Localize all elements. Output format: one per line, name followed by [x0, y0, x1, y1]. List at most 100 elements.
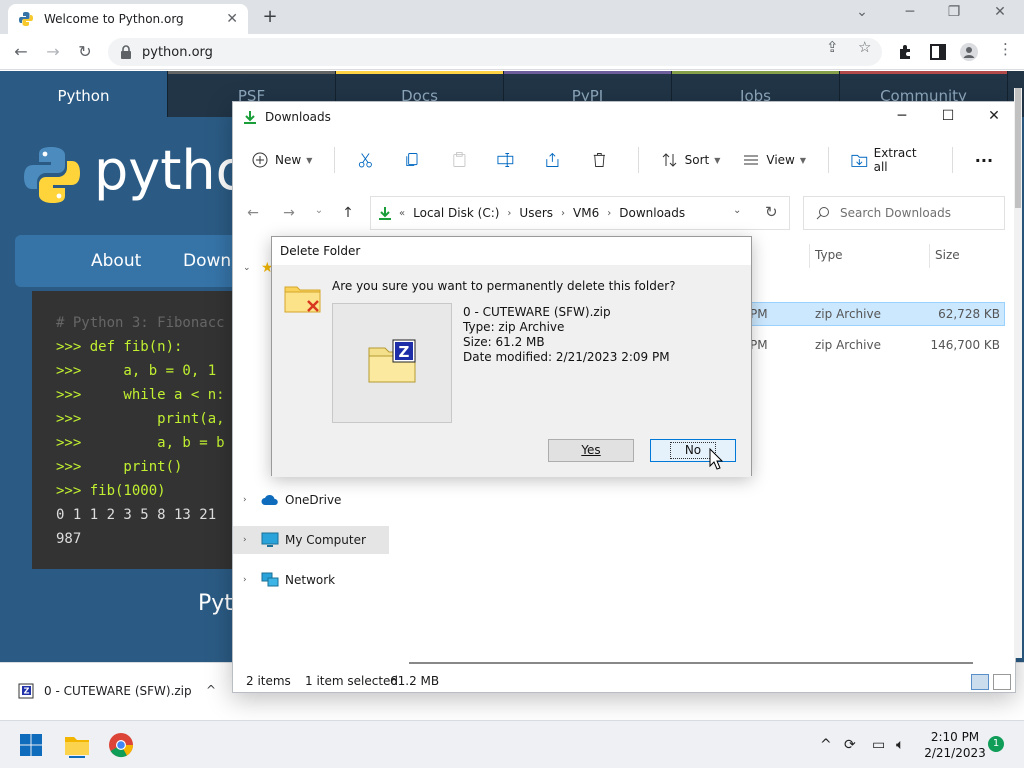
horizontal-scrollbar[interactable] [409, 662, 973, 664]
sync-status-icon[interactable]: ⟳ [844, 737, 856, 753]
display-icon[interactable]: ▭ [872, 737, 885, 753]
explorer-back-icon[interactable]: ← [243, 205, 263, 221]
downloads-location-icon [379, 207, 391, 220]
breadcrumb-downloads[interactable]: Downloads [619, 206, 685, 220]
download-options-chevron-icon[interactable]: ^ [206, 683, 216, 697]
profile-avatar-icon[interactable] [960, 43, 978, 61]
browser-tab[interactable]: Welcome to Python.org ✕ [8, 4, 248, 34]
side-panel-icon[interactable] [929, 43, 947, 61]
address-bar[interactable]: python.org [108, 38, 882, 66]
explorer-maximize-icon[interactable]: ☐ [933, 108, 963, 124]
svg-text:Z: Z [399, 343, 410, 361]
address-dropdown-icon[interactable]: ⌄ [733, 205, 741, 216]
column-header-type[interactable]: Type [815, 248, 843, 262]
view-button[interactable]: View ▼ [742, 151, 806, 169]
explorer-titlebar: Downloads ─ ☐ ✕ [233, 102, 1015, 132]
status-bar: 2 items 1 item selected 61.2 MB [233, 670, 1015, 694]
page-scrollbar-thumb[interactable] [1015, 88, 1021, 208]
browser-toolbar: ← → ↻ python.org ⇪ ☆ ⋮ [0, 34, 1024, 70]
explorer-close-icon[interactable]: ✕ [979, 108, 1009, 124]
zip-file-icon: Z [18, 683, 34, 699]
mouse-cursor-icon [709, 448, 723, 470]
volume-icon[interactable]: 🔈︎ [896, 737, 904, 753]
share-icon[interactable]: ⇪ [826, 38, 839, 56]
new-tab-button[interactable]: + [260, 6, 280, 28]
search-input[interactable]: Search Downloads [803, 196, 1005, 230]
breadcrumb-vm6[interactable]: VM6 [573, 206, 599, 220]
download-item[interactable]: Z 0 - CUTEWARE (SFW).zip [18, 683, 192, 699]
file-explorer-taskbar-icon[interactable] [63, 731, 91, 759]
restore-icon[interactable]: ❐ [940, 4, 968, 20]
address-row: ← → ⌄ ↑ « Local Disk (C:) › Users › VM6 … [233, 196, 1015, 230]
main-nav-downloads[interactable]: Downl [183, 251, 236, 271]
no-button[interactable]: No [650, 439, 736, 462]
extensions-icon[interactable] [897, 43, 915, 61]
explorer-address-bar[interactable]: « Local Disk (C:) › Users › VM6 › Downlo… [370, 196, 790, 230]
column-header-size[interactable]: Size [935, 248, 960, 262]
yes-button[interactable]: Yes [548, 439, 634, 462]
extract-all-button[interactable]: Extract all [851, 146, 930, 174]
view-list-icon [744, 155, 759, 165]
show-hidden-icons-chevron-icon[interactable]: ^ [820, 737, 832, 753]
url-text: python.org [142, 44, 213, 60]
notification-badge[interactable]: 1 [988, 736, 1004, 752]
item-count: 2 items [246, 674, 291, 688]
explorer-forward-icon[interactable]: → [279, 205, 299, 221]
new-button[interactable]: New ▼ [251, 151, 312, 169]
selection-count: 1 item selected [305, 674, 399, 688]
refresh-icon[interactable]: ↻ [765, 203, 778, 221]
breadcrumb-local-disk[interactable]: Local Disk (C:) [413, 206, 499, 220]
expand-chevron-icon[interactable]: › [243, 575, 261, 585]
close-tab-icon[interactable]: ✕ [226, 11, 238, 27]
chrome-menu-icon[interactable]: ⋮ [998, 40, 1013, 58]
dialog-body: Are you sure you want to permanently del… [272, 265, 751, 477]
browser-tab-strip: Welcome to Python.org ✕ + ⌄ ─ ❐ ✕ [0, 0, 1024, 34]
forward-icon[interactable]: → [42, 41, 64, 63]
python-favicon-icon [19, 12, 33, 26]
main-nav-about[interactable]: About [91, 251, 141, 271]
nav-my-computer[interactable]: › My Computer [233, 526, 389, 554]
page-scrollbar[interactable] [1014, 88, 1022, 658]
expand-chevron-icon[interactable]: ⌄ [243, 263, 261, 273]
explorer-minimize-icon[interactable]: ─ [887, 108, 917, 124]
more-options-button[interactable]: ··· [975, 151, 993, 170]
top-nav-python[interactable]: Python [0, 71, 168, 117]
nav-network[interactable]: › Network [233, 566, 389, 594]
delete-trash-icon[interactable] [591, 151, 608, 169]
nav-onedrive[interactable]: › OneDrive [233, 486, 389, 514]
chrome-taskbar-icon[interactable] [107, 731, 135, 759]
expand-chevron-icon[interactable]: › [243, 495, 261, 505]
python-logo-icon[interactable] [22, 145, 82, 205]
minimize-icon[interactable]: ─ [896, 4, 924, 20]
network-icon [261, 572, 279, 587]
tab-search-icon[interactable]: ⌄ [848, 4, 876, 20]
back-icon[interactable]: ← [10, 41, 32, 63]
explorer-command-bar: New ▼ Sort ▼ View ▼ Extract all ··· [233, 138, 1015, 182]
tiles-view-icon[interactable] [993, 674, 1011, 690]
system-clock[interactable]: 2:10 PM 2/21/2023 [920, 729, 990, 761]
copy-icon[interactable] [404, 151, 421, 169]
file-type: Type: zip Archive [463, 320, 565, 334]
rename-icon[interactable] [497, 151, 514, 169]
file-date-modified: Date modified: 2/21/2023 2:09 PM [463, 350, 670, 364]
windows-taskbar: ^ ⟳ ▭ 🔈︎ 2:10 PM 2/21/2023 [0, 720, 1024, 768]
dialog-question: Are you sure you want to permanently del… [332, 279, 676, 293]
file-thumbnail: Z [332, 303, 452, 423]
explorer-title: Downloads [265, 110, 331, 124]
computer-icon [261, 532, 279, 547]
close-window-icon[interactable]: ✕ [986, 4, 1014, 20]
share-icon[interactable] [544, 151, 561, 169]
bookmark-star-icon[interactable]: ☆ [858, 38, 871, 56]
up-folder-icon[interactable]: ↑ [338, 205, 358, 221]
paste-icon[interactable] [451, 151, 468, 169]
windows-start-icon[interactable] [19, 733, 43, 757]
details-view-icon[interactable] [971, 674, 989, 690]
recent-locations-icon[interactable]: ⌄ [309, 205, 329, 216]
expand-chevron-icon[interactable]: › [243, 535, 261, 545]
sort-button[interactable]: Sort ▼ [661, 151, 720, 169]
lock-icon [121, 45, 131, 59]
sort-arrows-icon [662, 153, 676, 167]
breadcrumb-users[interactable]: Users [519, 206, 553, 220]
cut-icon[interactable] [357, 151, 374, 169]
reload-icon[interactable]: ↻ [74, 41, 96, 63]
